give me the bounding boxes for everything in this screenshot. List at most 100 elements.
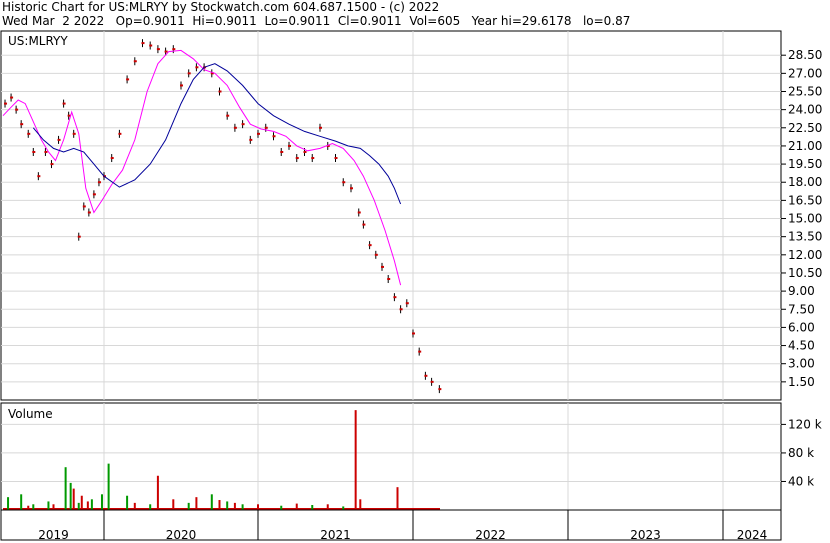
price-point [233, 126, 237, 129]
price-point [195, 66, 199, 69]
price-point [374, 253, 378, 256]
price-point [44, 150, 48, 153]
volume-bar-down [133, 502, 136, 510]
price-point [20, 123, 24, 126]
volume-bar-down [396, 487, 399, 510]
price-point [438, 388, 442, 391]
volume-bar-down [218, 500, 221, 510]
x-tick-label: 2020 [166, 528, 197, 542]
volume-bar-up [100, 494, 103, 510]
volume-bar-down [233, 502, 236, 510]
price-tick-label: 6.00 [788, 320, 815, 334]
volume-bar-down [195, 497, 198, 510]
volume-bar-down [27, 505, 30, 510]
price-tick-label: 10.50 [788, 266, 822, 280]
volume-bar-up [241, 504, 244, 510]
price-tick-label: 19.50 [788, 157, 822, 171]
volume-bar-up [226, 501, 229, 510]
price-point [350, 187, 353, 190]
volume-bar-up [69, 482, 72, 510]
price-point [424, 374, 428, 377]
price-point [110, 157, 114, 160]
price-point [141, 42, 145, 45]
price-point [187, 72, 191, 75]
price-tick-label: 28.50 [788, 48, 822, 62]
x-tick-label: 2021 [320, 528, 351, 542]
volume-bar-down [326, 504, 329, 510]
volume-bar-down [72, 488, 75, 510]
price-point [4, 102, 8, 105]
price-point [156, 48, 160, 51]
price-tick-label: 27.00 [788, 66, 822, 80]
price-tick-label: 15.00 [788, 212, 822, 226]
price-point [264, 126, 268, 129]
price-tick-label: 1.50 [788, 375, 815, 389]
price-point [319, 126, 322, 129]
price-point [387, 278, 391, 281]
price-point [303, 150, 307, 153]
price-point [92, 193, 96, 196]
volume-bar-up [311, 505, 314, 510]
price-point [37, 175, 41, 178]
price-point [381, 265, 384, 268]
volume-bar-down [359, 499, 362, 510]
volume-bar-up [20, 494, 23, 510]
volume-bar-down [80, 495, 83, 510]
price-point [430, 380, 434, 383]
x-tick-label: 2023 [630, 528, 661, 542]
volume-bar-down [172, 499, 175, 510]
price-point [77, 235, 81, 238]
volume-bar-up [210, 494, 213, 510]
price-point [311, 157, 315, 160]
price-grid [1, 31, 781, 400]
price-point [362, 223, 366, 226]
price-point [272, 135, 276, 138]
price-point [418, 350, 422, 353]
volume-bar-up [107, 463, 110, 510]
volume-bar-up [149, 504, 152, 510]
volume-panel-title: Volume [8, 407, 53, 421]
price-panel-frame [0, 30, 782, 401]
volume-bar-up [64, 467, 67, 510]
x-axis: 2019 2020 2021 2022 2023 2024 [38, 510, 767, 542]
price-point [72, 132, 76, 135]
volume-panel-frame [0, 402, 782, 511]
price-tick-label: 4.50 [788, 339, 815, 353]
price-point [97, 181, 101, 184]
price-tick-label: 16.50 [788, 193, 822, 207]
price-point [87, 211, 91, 214]
volume-bar-down [52, 504, 55, 510]
price-point [57, 138, 61, 141]
price-point [334, 157, 338, 160]
price-point [180, 84, 183, 87]
moving-average-long-line [32, 63, 402, 205]
price-tick-label: 21.00 [788, 139, 822, 153]
price-point [10, 96, 14, 99]
price-point [126, 78, 130, 81]
volume-bar-up [77, 502, 80, 510]
price-point [280, 150, 284, 153]
price-point [118, 132, 122, 135]
price-y-axis: 28.50 27.00 25.50 24.00 22.50 21.00 19.50 18.00… [781, 48, 822, 389]
price-point [133, 60, 137, 63]
price-tick-label: 7.50 [788, 302, 815, 316]
volume-grid [1, 403, 781, 510]
price-point [405, 302, 409, 305]
price-tick-label: 24.00 [788, 103, 822, 117]
volume-bar-down [257, 504, 259, 510]
price-point [82, 205, 86, 208]
price-point [172, 48, 176, 51]
price-point [27, 132, 31, 135]
volume-bar-up [280, 505, 283, 510]
moving-average-short-line [2, 49, 402, 286]
price-panel-title: US:MLRYY [8, 34, 68, 48]
volume-y-axis: 120 k 80 k 40 k [781, 417, 822, 488]
price-point [164, 50, 168, 53]
x-tick-label: 2019 [38, 528, 69, 542]
x-tick-label: 2024 [737, 528, 768, 542]
volume-bar-up [187, 502, 190, 510]
x-axis-frame [0, 509, 782, 541]
price-point [62, 102, 66, 105]
price-tick-label: 12.00 [788, 248, 822, 262]
price-point [368, 244, 372, 247]
